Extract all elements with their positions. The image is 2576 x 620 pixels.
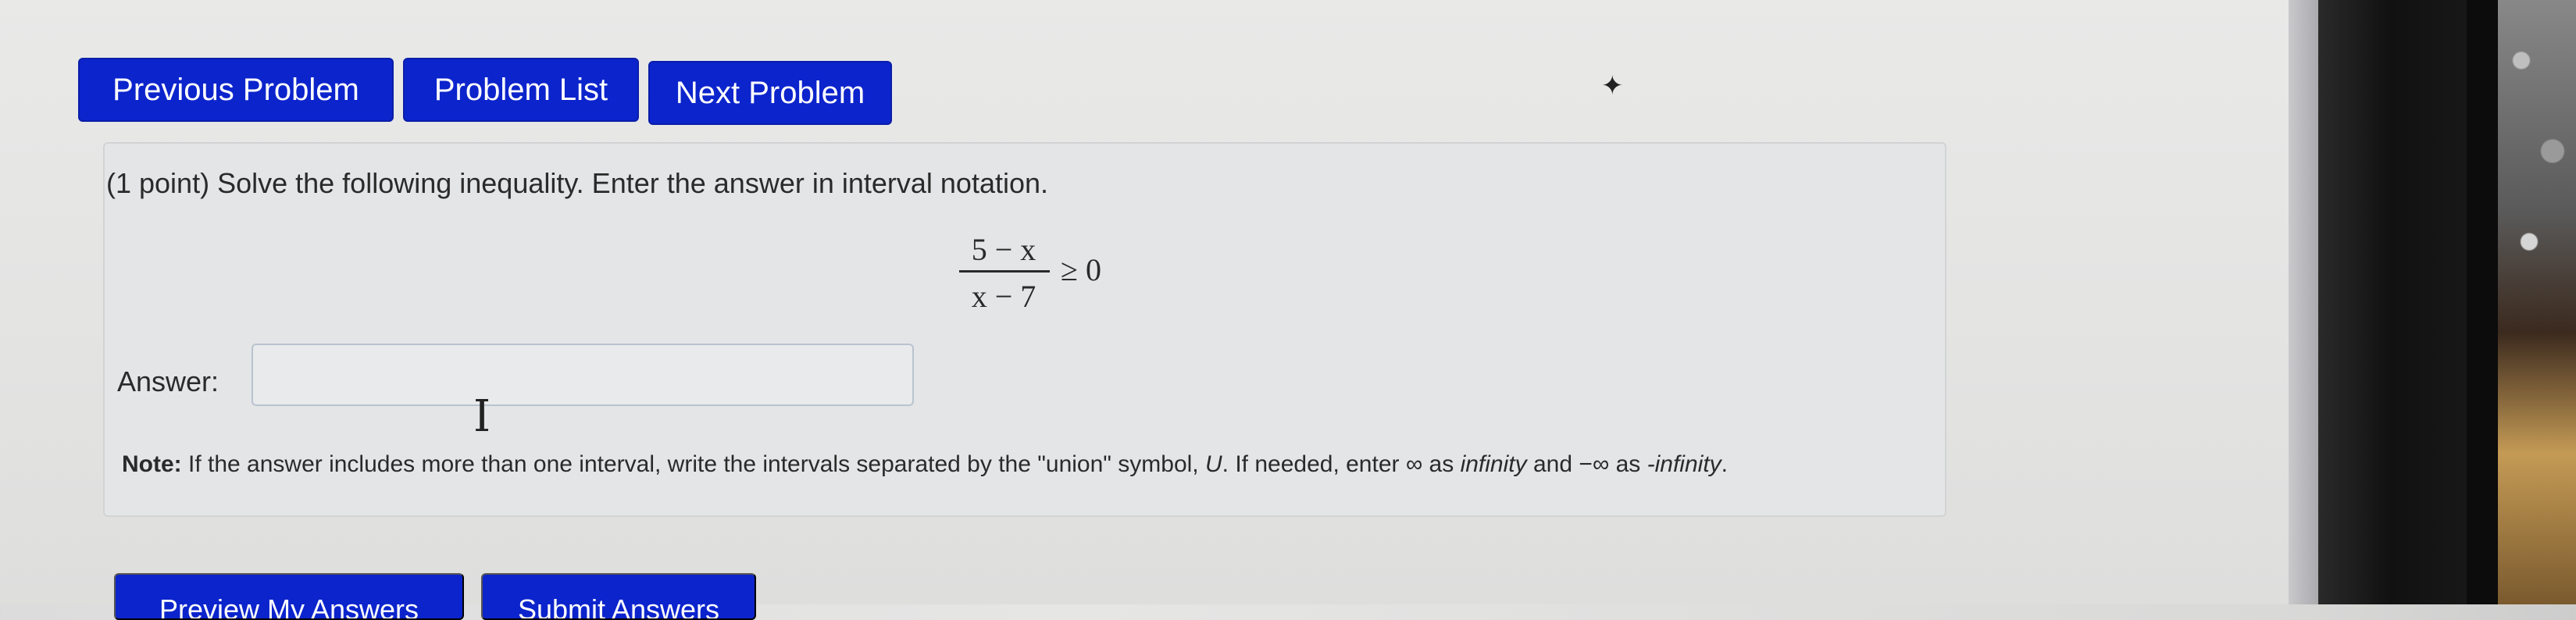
fraction-bar (959, 270, 1050, 273)
note-text: Note: If the answer includes more than o… (122, 451, 1728, 478)
infinity-word: infinity (1460, 451, 1527, 477)
inequality-relation: ≥ 0 (1061, 252, 1101, 287)
note-lead: Note: (122, 451, 182, 477)
answer-input[interactable] (252, 344, 914, 406)
problem-list-button[interactable]: Problem List (403, 58, 639, 122)
inequality-expression: 5 − x x − 7 ≥ 0 (954, 228, 1142, 322)
browser-viewport: Previous Problem Problem List Next Probl… (0, 0, 2328, 620)
bird-doodle-icon: ✦ (1601, 71, 1624, 101)
text-cursor-icon: I (473, 391, 491, 442)
background-scene (2498, 0, 2576, 604)
answer-label: Answer: (117, 365, 219, 397)
infinity-symbol: ∞ (1405, 451, 1423, 477)
preview-answers-button[interactable]: Preview My Answers (114, 573, 464, 620)
monitor-bezel-highlight (2289, 0, 2320, 604)
note-part4: and (1526, 451, 1579, 477)
neg-infinity-word: -infinity (1647, 451, 1721, 477)
note-part5: as (1609, 451, 1647, 477)
note-part1: If the answer includes more than one int… (181, 451, 1205, 477)
note-part3: as (1422, 451, 1461, 477)
neg-infinity-symbol: −∞ (1579, 451, 1610, 477)
next-problem-button[interactable]: Next Problem (648, 61, 892, 125)
note-part2: . If needed, enter (1222, 451, 1406, 477)
union-symbol: U (1204, 451, 1222, 477)
monitor-edge (2467, 0, 2498, 604)
previous-problem-button[interactable]: Previous Problem (78, 58, 394, 122)
fraction-denominator: x − 7 (971, 279, 1036, 314)
submit-answers-button[interactable]: Submit Answers (481, 573, 756, 620)
fraction-numerator: 5 − x (971, 232, 1036, 267)
note-part6: . (1721, 451, 1728, 477)
problem-statement: (1 point) Solve the following inequality… (106, 167, 1049, 199)
